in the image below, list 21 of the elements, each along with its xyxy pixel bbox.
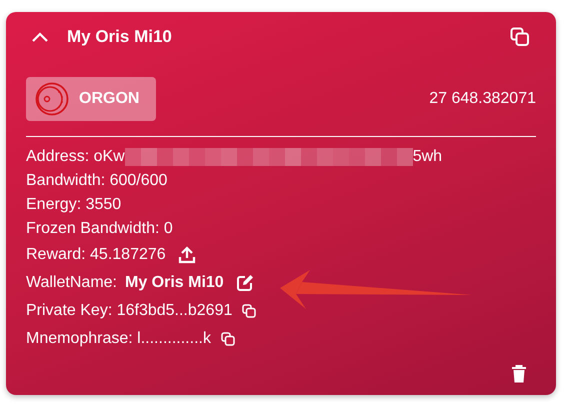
detail-text: Private Key: 16f3bd5...b2691	[26, 302, 232, 320]
detail-text: Reward: 45.187276	[26, 246, 166, 264]
wallet-name-value: My Oris Mi10	[124, 274, 224, 292]
address-label: Address: oKw	[26, 148, 125, 166]
copy-icon[interactable]	[510, 27, 530, 47]
copy-icon[interactable]	[220, 332, 235, 346]
upload-icon[interactable]	[178, 246, 196, 264]
copy-icon[interactable]	[242, 304, 256, 318]
detail-text: Frozen Bandwidth: 0	[26, 220, 173, 238]
wallet-title: My Oris Mi10	[67, 27, 173, 47]
token-balance: 27 648.382071	[429, 90, 536, 108]
chevron-icon[interactable]	[31, 31, 49, 43]
token-chip[interactable]: ORGON	[26, 77, 156, 121]
detail-text: Bandwidth: 600/600	[26, 172, 168, 190]
detail-text: Mnemophrase: l..............k	[26, 330, 211, 348]
edit-icon[interactable]	[236, 274, 254, 292]
coin-icon	[35, 82, 69, 116]
wallet-name-label: WalletName:	[26, 274, 117, 292]
address-end: 5wh	[412, 148, 442, 166]
trash-icon[interactable]	[511, 365, 527, 383]
detail-text: Energy: 3550	[26, 196, 122, 214]
